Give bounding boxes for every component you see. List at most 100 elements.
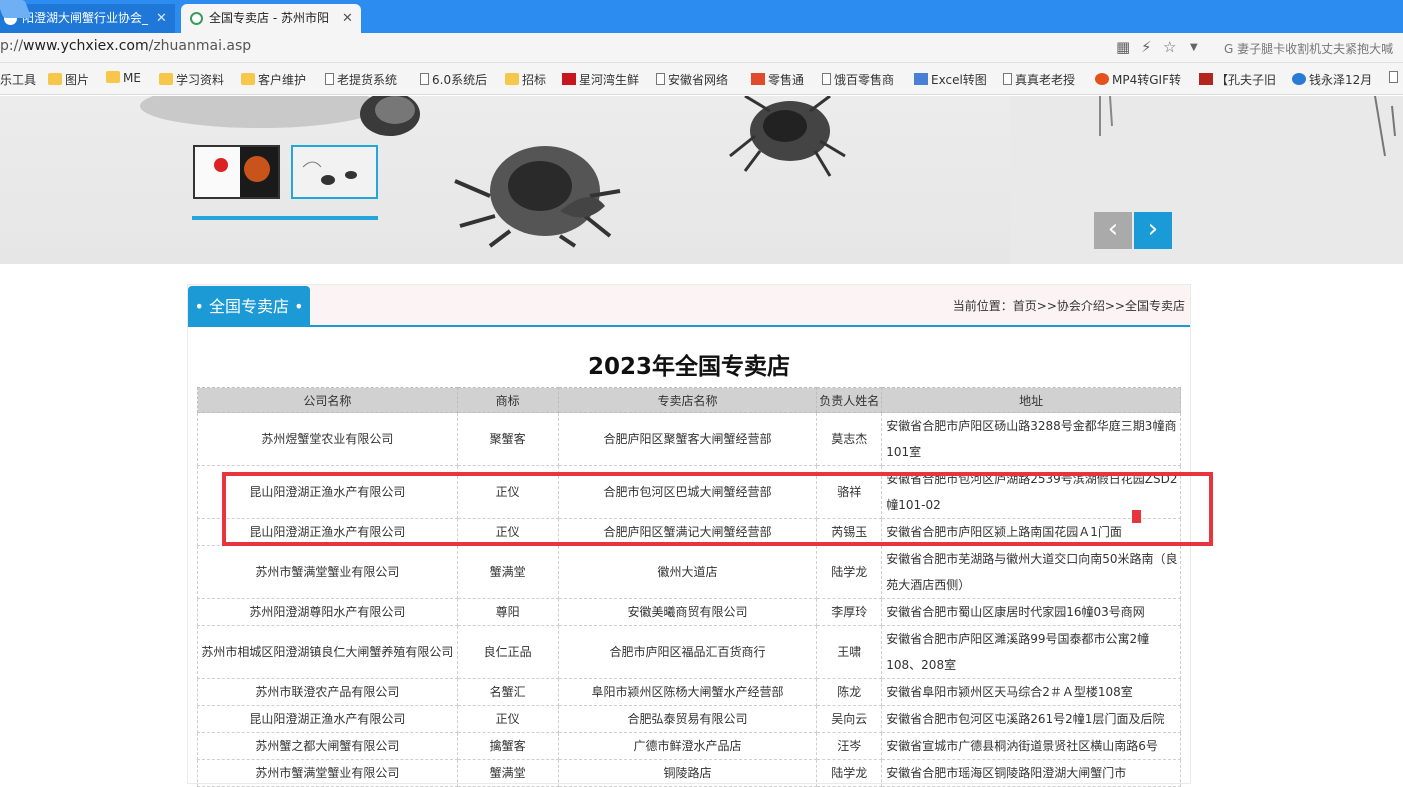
globe-icon [1292, 73, 1306, 85]
bookmark-item[interactable]: MP4转GIF转 [1095, 71, 1181, 88]
table-row: 苏州阳澄湖尊阳水产有限公司 尊阳 安徽美曦商贸有限公司 李厚玲 安徽省合肥市蜀山区康居时… [197, 598, 1181, 626]
browser-tab-2-active[interactable]: 全国专卖店 - 苏州市阳 ✕ [181, 4, 361, 33]
red-marker [1132, 510, 1141, 523]
bookmark-item[interactable]: 图片 [48, 71, 89, 88]
page-icon [822, 73, 831, 85]
cell-manager: 汪岑 [816, 732, 883, 760]
banner-thumbnail-2[interactable] [291, 145, 378, 199]
cell-brand: 蟹满堂 [456, 759, 559, 787]
bookmark-item[interactable]: 零售通 [751, 71, 804, 88]
bookmark-item[interactable]: 星河湾生鲜 [562, 71, 639, 88]
cell-store: 合肥市庐阳区福品汇百货商行 [557, 625, 818, 679]
table-row: 昆山阳澄湖正渔水产有限公司 正仪 合肥弘泰贸易有限公司 吴向云 安徽省合肥市包河区屯溪路… [197, 705, 1181, 733]
table-row: 苏州市相城区阳澄湖镇良仁大闸蟹养殖有限公司 良仁正品 合肥市庐阳区福品汇百货商行 王啸… [197, 625, 1181, 679]
site-logo-icon [190, 12, 203, 25]
bookmark-item[interactable]: 学习资料 [159, 71, 224, 88]
header-company: 公司名称 [197, 387, 458, 413]
cell-company: 苏州阳澄湖尊阳水产有限公司 [197, 598, 458, 626]
banner-thumbnail-1[interactable] [193, 145, 280, 199]
store-table: 公司名称 商标 专卖店名称 负责人姓名 地址 苏州煜蟹堂农业有限公司 聚蟹客 合肥庐… [197, 387, 1181, 787]
cell-manager: 李厚玲 [816, 598, 883, 626]
bookmark-item[interactable]: 【孔夫子旧 [1199, 71, 1276, 88]
cell-manager: 吴向云 [816, 705, 883, 733]
ink-crab-thumbnail [293, 147, 376, 197]
table-row: 苏州市蟹满堂蟹业有限公司 蟹满堂 徽州大道店 陆学龙 安徽省合肥市芜湖路与徽州大道交口向… [197, 545, 1181, 599]
breadcrumb[interactable]: 当前位置：首页>>协会介绍>>全国专卖店 [953, 297, 1185, 314]
cell-manager: 陈龙 [816, 678, 883, 706]
bookmark-item[interactable]: 老提货系统 [325, 71, 397, 88]
bookmark-item[interactable]: 招标 [505, 71, 546, 88]
cell-manager: 陆学龙 [816, 545, 883, 599]
lightning-icon[interactable]: ⚡ [1141, 38, 1152, 56]
cell-company: 苏州市联澄农产品有限公司 [197, 678, 458, 706]
cell-brand: 聚蟹客 [456, 412, 559, 466]
tab-close-icon[interactable]: ✕ [342, 4, 353, 33]
cell-brand: 名蟹汇 [456, 678, 559, 706]
thumbnail-indicator [192, 216, 378, 220]
bookmark-item[interactable]: 乐工具 [0, 71, 36, 88]
banner-next-button[interactable]: › [1134, 212, 1172, 249]
chevron-down-icon[interactable]: ▼ [1190, 42, 1198, 53]
bookmark-item[interactable]: ME [106, 71, 141, 85]
kongfuzi-icon [1199, 73, 1213, 85]
cell-store: 铜陵路店 [557, 759, 818, 787]
bookmarks-bar: 乐工具 图片 ME 学习资料 客户维护 老提货系统 6.0系统后 招标 星河湾生… [0, 63, 1403, 95]
banner-prev-button[interactable]: ‹ [1094, 212, 1132, 249]
table-header-row: 公司名称 商标 专卖店名称 负责人姓名 地址 [197, 387, 1181, 413]
cell-company: 苏州市蟹满堂蟹业有限公司 [197, 759, 458, 787]
cell-address: 安徽省合肥市包河区屯溪路261号2幢1层门面及后院 [881, 705, 1181, 733]
search-suggestion[interactable]: G 妻子腿卡收割机丈夫紧抱大喊 [1224, 40, 1393, 57]
page-icon [1003, 73, 1012, 85]
tab-title: 阳澄湖大闸蟹行业协会_ [22, 11, 149, 25]
page-icon [656, 73, 665, 85]
cell-company: 苏州市相城区阳澄湖镇良仁大闸蟹养殖有限公司 [197, 625, 458, 679]
url-text[interactable]: p://www.ychxiex.com/zhuanmai.asp [0, 38, 251, 54]
cell-store: 阜阳市颍州区陈杨大闸蟹水产经营部 [557, 678, 818, 706]
cell-store: 合肥弘泰贸易有限公司 [557, 705, 818, 733]
cell-company: 苏州煜蟹堂农业有限公司 [197, 412, 458, 466]
bookmark-item[interactable]: 真真老老授 [1003, 71, 1075, 88]
cell-brand: 尊阳 [456, 598, 559, 626]
bookmark-item[interactable]: 客户维护 [241, 71, 306, 88]
cell-address: 安徽省合肥市瑶海区铜陵路阳澄湖大闸蟹门市 [881, 759, 1181, 787]
qr-code-icon[interactable]: ▦ [1116, 38, 1130, 56]
cell-store: 徽州大道店 [557, 545, 818, 599]
table-row: 苏州煜蟹堂农业有限公司 聚蟹客 合肥庐阳区聚蟹客大闸蟹经营部 莫志杰 安徽省合肥市庐阳区… [197, 412, 1181, 466]
folder-icon [241, 73, 255, 85]
browser-tab-strip: 阳澄湖大闸蟹行业协会_ ✕ 全国专卖店 - 苏州市阳 ✕ [0, 0, 1403, 33]
star-icon[interactable]: ☆ [1163, 38, 1176, 56]
mp4-gif-icon [1095, 73, 1109, 85]
cell-address: 安徽省合肥市庐阳区砀山路3288号金都华庭三期3幢商101室 [881, 412, 1181, 466]
folder-icon [505, 73, 519, 85]
category-tab[interactable]: • 全国专卖店 • [188, 286, 310, 327]
folder-icon [48, 73, 62, 85]
table-row: 苏州蟹之都大闸蟹有限公司 擒蟹客 广德市鲜澄水产品店 汪岑 安徽省宣城市广德县桐汭街道景… [197, 732, 1181, 760]
cell-manager: 陆学龙 [816, 759, 883, 787]
bookmark-overflow[interactable] [1389, 71, 1401, 85]
crab-banner: ‹ › [0, 96, 1403, 264]
excel-convert-icon [914, 73, 928, 85]
cell-brand: 良仁正品 [456, 625, 559, 679]
header-manager: 负责人姓名 [816, 387, 883, 413]
cell-store: 广德市鲜澄水产品店 [557, 732, 818, 760]
folder-icon [106, 71, 120, 83]
header-store: 专卖店名称 [557, 387, 818, 413]
bookmark-item[interactable]: 安徽省网络 [656, 71, 728, 88]
header-brand: 商标 [456, 387, 559, 413]
tab-title: 全国专卖店 - 苏州市阳 [209, 11, 329, 25]
bookmark-item[interactable]: 6.0系统后 [420, 71, 487, 88]
tab-close-icon[interactable]: ✕ [156, 4, 167, 33]
bookmark-item[interactable]: Excel转图 [914, 71, 987, 88]
bookmark-item[interactable]: 饿百零售商 [822, 71, 894, 88]
crab-dish-image [195, 147, 278, 197]
cell-address: 安徽省合肥市庐阳区濉溪路99号国泰都市公寓2幢108、208室 [881, 625, 1181, 679]
cell-brand: 蟹满堂 [456, 545, 559, 599]
new-tab-button[interactable] [0, 0, 32, 18]
page-icon [325, 73, 334, 85]
cell-brand: 正仪 [456, 705, 559, 733]
address-bar[interactable]: p://www.ychxiex.com/zhuanmai.asp ▦ ⚡ ☆ ▼… [0, 33, 1403, 63]
folder-icon [159, 73, 173, 85]
bookmark-item[interactable]: 钱永泽12月 [1292, 71, 1372, 88]
cell-company: 昆山阳澄湖正渔水产有限公司 [197, 705, 458, 733]
cell-address: 安徽省合肥市蜀山区康居时代家园16幢03号商网 [881, 598, 1181, 626]
